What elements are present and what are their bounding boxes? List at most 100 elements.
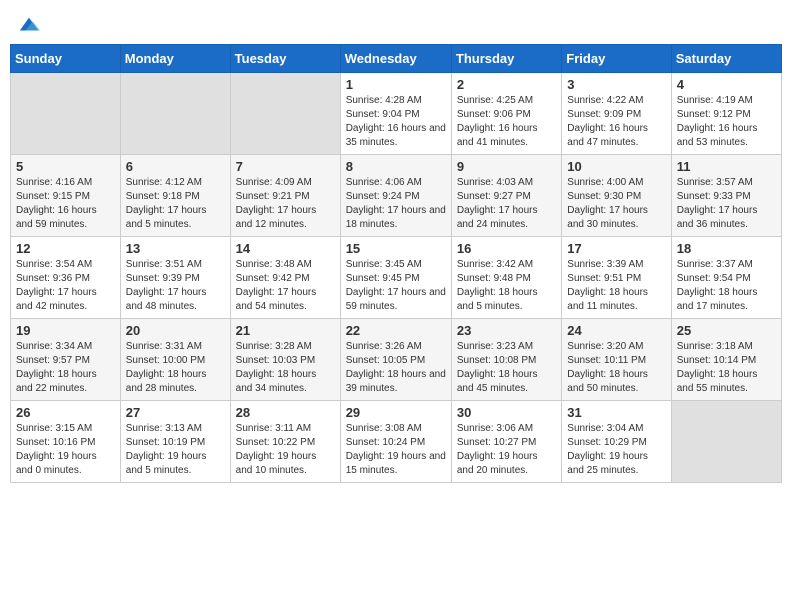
calendar-cell: 25Sunrise: 3:18 AM Sunset: 10:14 PM Dayl… [671,319,781,401]
calendar-cell: 3 Sunrise: 4:22 AM Sunset: 9:09 PM Daylig… [562,73,671,155]
day-info: Sunrise: 4:00 AM Sunset: 9:30 PM Dayligh… [567,176,665,232]
calendar-cell: 9 Sunrise: 4:03 AM Sunset: 9:27 PM Daylig… [451,155,561,237]
day-info: Sunrise: 3:57 AM Sunset: 9:33 PM Dayligh… [677,176,776,232]
calendar-week-row: 12 Sunrise: 3:54 AM Sunset: 9:36 PM Dayli… [11,237,782,319]
day-info: Sunrise: 3:11 AM Sunset: 10:22 PM Daylig… [236,422,335,478]
calendar-cell [230,73,340,155]
day-info: Sunrise: 3:06 AM Sunset: 10:27 PM Daylig… [457,422,556,478]
col-header-friday: Friday [562,45,671,73]
calendar-cell: 21 Sunrise: 3:28 AM Sunset: 10:03 PM Dayl… [230,319,340,401]
calendar-week-row: 26 Sunrise: 3:15 AM Sunset: 10:16 PM Dayl… [11,401,782,483]
day-info: Sunrise: 3:28 AM Sunset: 10:03 PM Daylig… [236,340,335,396]
day-number: 12 [16,241,115,256]
day-number: 26 [16,405,115,420]
day-number: 19 [16,323,115,338]
day-info: Sunrise: 4:28 AM Sunset: 9:04 PM Dayligh… [346,94,446,150]
day-number: 20 [126,323,225,338]
calendar-cell: 8Sunrise: 4:06 AM Sunset: 9:24 PM Daylig… [340,155,451,237]
day-number: 30 [457,405,556,420]
day-info: Sunrise: 4:22 AM Sunset: 9:09 PM Dayligh… [567,94,665,150]
day-number: 24 [567,323,665,338]
day-number: 6 [126,159,225,174]
day-number: 22 [346,323,446,338]
day-info: Sunrise: 4:16 AM Sunset: 9:15 PM Dayligh… [16,176,115,232]
day-info: Sunrise: 3:42 AM Sunset: 9:48 PM Dayligh… [457,258,556,314]
calendar-cell [120,73,230,155]
day-info: Sunrise: 4:03 AM Sunset: 9:27 PM Dayligh… [457,176,556,232]
day-info: Sunrise: 3:18 AM Sunset: 10:14 PM Daylig… [677,340,776,396]
calendar-cell: 15 Sunrise: 3:45 AM Sunset: 9:45 PM Dayli… [340,237,451,319]
calendar-cell: 13 Sunrise: 3:51 AM Sunset: 9:39 PM Dayli… [120,237,230,319]
calendar-cell: 7 Sunrise: 4:09 AM Sunset: 9:21 PM Daylig… [230,155,340,237]
day-info: Sunrise: 3:39 AM Sunset: 9:51 PM Dayligh… [567,258,665,314]
day-number: 9 [457,159,556,174]
calendar-cell: 30 Sunrise: 3:06 AM Sunset: 10:27 PM Dayl… [451,401,561,483]
day-info: Sunrise: 3:45 AM Sunset: 9:45 PM Dayligh… [346,258,446,314]
calendar-cell [671,401,781,483]
calendar-cell: 23 Sunrise: 3:23 AM Sunset: 10:08 PM Dayl… [451,319,561,401]
day-number: 23 [457,323,556,338]
day-info: Sunrise: 3:20 AM Sunset: 10:11 PM Daylig… [567,340,665,396]
day-number: 21 [236,323,335,338]
calendar-cell: 31Sunrise: 3:04 AM Sunset: 10:29 PM Dayl… [562,401,671,483]
day-number: 11 [677,159,776,174]
calendar-cell: 12 Sunrise: 3:54 AM Sunset: 9:36 PM Dayli… [11,237,121,319]
day-info: Sunrise: 3:48 AM Sunset: 9:42 PM Dayligh… [236,258,335,314]
day-number: 8 [346,159,446,174]
calendar-table: SundayMondayTuesdayWednesdayThursdayFrid… [10,44,782,483]
day-info: Sunrise: 3:15 AM Sunset: 10:16 PM Daylig… [16,422,115,478]
calendar-cell: 11 Sunrise: 3:57 AM Sunset: 9:33 PM Dayli… [671,155,781,237]
day-info: Sunrise: 4:12 AM Sunset: 9:18 PM Dayligh… [126,176,225,232]
day-info: Sunrise: 4:25 AM Sunset: 9:06 PM Dayligh… [457,94,556,150]
day-number: 16 [457,241,556,256]
day-number: 5 [16,159,115,174]
calendar-cell: 16 Sunrise: 3:42 AM Sunset: 9:48 PM Dayli… [451,237,561,319]
day-info: Sunrise: 3:23 AM Sunset: 10:08 PM Daylig… [457,340,556,396]
day-number: 3 [567,77,665,92]
calendar-cell: 26 Sunrise: 3:15 AM Sunset: 10:16 PM Dayl… [11,401,121,483]
col-header-wednesday: Wednesday [340,45,451,73]
day-info: Sunrise: 3:34 AM Sunset: 9:57 PM Dayligh… [16,340,115,396]
calendar-week-row: 5 Sunrise: 4:16 AM Sunset: 9:15 PM Daylig… [11,155,782,237]
calendar-cell: 6 Sunrise: 4:12 AM Sunset: 9:18 PM Daylig… [120,155,230,237]
day-number: 13 [126,241,225,256]
day-info: Sunrise: 3:51 AM Sunset: 9:39 PM Dayligh… [126,258,225,314]
day-info: Sunrise: 3:31 AM Sunset: 10:00 PM Daylig… [126,340,225,396]
calendar-cell: 29Sunrise: 3:08 AM Sunset: 10:24 PM Dayl… [340,401,451,483]
day-number: 2 [457,77,556,92]
calendar-cell: 22Sunrise: 3:26 AM Sunset: 10:05 PM Dayl… [340,319,451,401]
col-header-thursday: Thursday [451,45,561,73]
day-info: Sunrise: 4:09 AM Sunset: 9:21 PM Dayligh… [236,176,335,232]
calendar-cell: 19 Sunrise: 3:34 AM Sunset: 9:57 PM Dayli… [11,319,121,401]
calendar-week-row: 1 Sunrise: 4:28 AM Sunset: 9:04 PM Daylig… [11,73,782,155]
calendar-cell: 18 Sunrise: 3:37 AM Sunset: 9:54 PM Dayli… [671,237,781,319]
col-header-saturday: Saturday [671,45,781,73]
calendar-cell: 24 Sunrise: 3:20 AM Sunset: 10:11 PM Dayl… [562,319,671,401]
calendar-cell: 27 Sunrise: 3:13 AM Sunset: 10:19 PM Dayl… [120,401,230,483]
col-header-sunday: Sunday [11,45,121,73]
logo [16,14,40,32]
calendar-cell [11,73,121,155]
day-info: Sunrise: 3:37 AM Sunset: 9:54 PM Dayligh… [677,258,776,314]
day-number: 18 [677,241,776,256]
calendar-cell: 20 Sunrise: 3:31 AM Sunset: 10:00 PM Dayl… [120,319,230,401]
calendar-week-row: 19 Sunrise: 3:34 AM Sunset: 9:57 PM Dayli… [11,319,782,401]
calendar-cell: 2 Sunrise: 4:25 AM Sunset: 9:06 PM Daylig… [451,73,561,155]
day-number: 27 [126,405,225,420]
day-number: 28 [236,405,335,420]
day-info: Sunrise: 3:08 AM Sunset: 10:24 PM Daylig… [346,422,446,478]
day-info: Sunrise: 3:54 AM Sunset: 9:36 PM Dayligh… [16,258,115,314]
day-number: 10 [567,159,665,174]
day-number: 7 [236,159,335,174]
calendar-cell: 10 Sunrise: 4:00 AM Sunset: 9:30 PM Dayli… [562,155,671,237]
day-info: Sunrise: 3:13 AM Sunset: 10:19 PM Daylig… [126,422,225,478]
day-number: 31 [567,405,665,420]
day-number: 15 [346,241,446,256]
page-header [10,10,782,36]
day-number: 14 [236,241,335,256]
calendar-header-row: SundayMondayTuesdayWednesdayThursdayFrid… [11,45,782,73]
calendar-cell: 4Sunrise: 4:19 AM Sunset: 9:12 PM Daylig… [671,73,781,155]
day-number: 4 [677,77,776,92]
day-number: 1 [346,77,446,92]
day-number: 17 [567,241,665,256]
